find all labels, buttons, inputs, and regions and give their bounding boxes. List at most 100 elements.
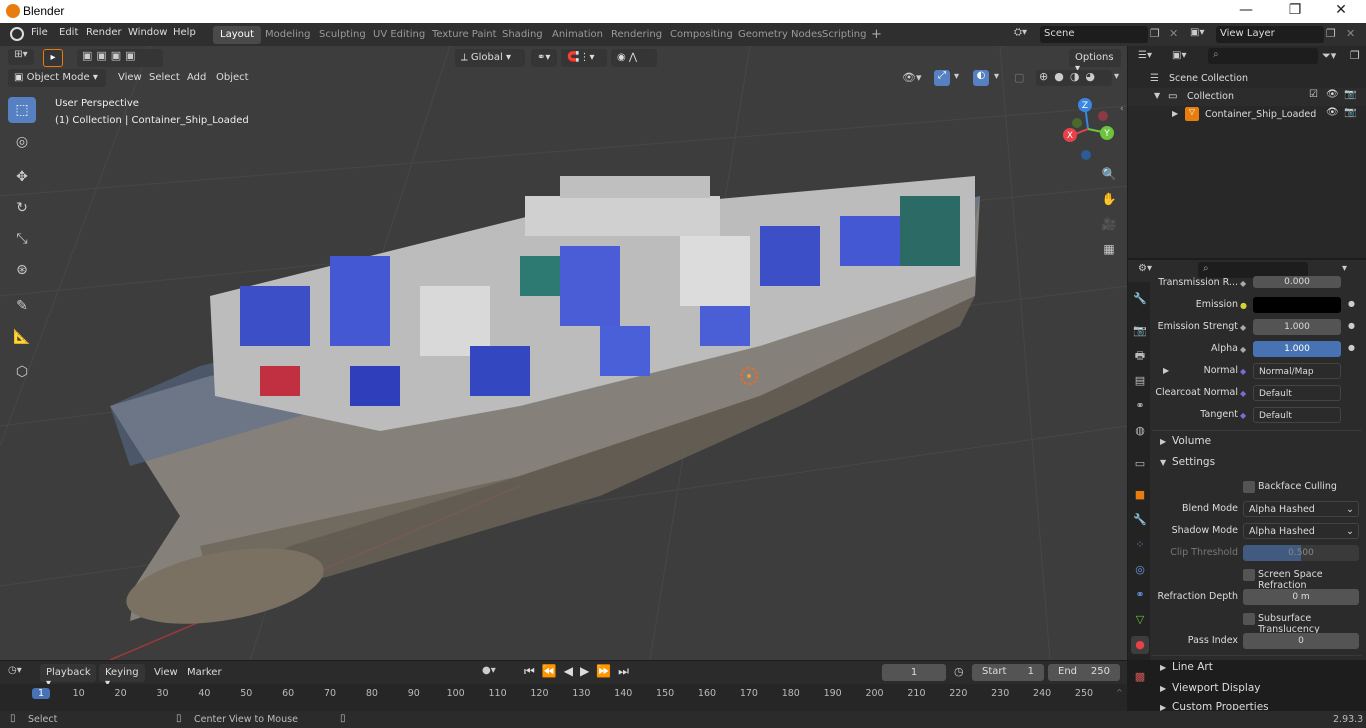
- collection-render-camera-icon[interactable]: 📷: [1344, 89, 1356, 100]
- outliner-search-input[interactable]: ⌕: [1208, 48, 1318, 64]
- xray-icon[interactable]: ▢: [1014, 71, 1024, 84]
- view-layer-properties-icon[interactable]: ▤: [1131, 372, 1149, 390]
- backface-culling-checkbox[interactable]: [1243, 481, 1255, 493]
- pan-hand-icon[interactable]: ✋: [1099, 189, 1119, 209]
- menu-file[interactable]: File: [31, 27, 48, 38]
- gizmos-dropdown-icon[interactable]: ▾: [954, 71, 959, 82]
- alpha-field[interactable]: 1.000: [1253, 341, 1341, 357]
- tab-scripting[interactable]: Scripting: [815, 26, 873, 44]
- physics-properties-icon[interactable]: ◎: [1131, 561, 1149, 579]
- emission-strength-keyframe-icon[interactable]: ●: [1348, 321, 1355, 330]
- properties-options-icon[interactable]: ▾: [1342, 263, 1347, 274]
- visibility-icon[interactable]: 👁▾: [902, 71, 922, 84]
- subsurface-translucency-checkbox[interactable]: [1243, 613, 1255, 625]
- screen-space-refraction-checkbox[interactable]: [1243, 569, 1255, 581]
- tool-properties-icon[interactable]: 🔧: [1131, 290, 1149, 308]
- volume-section-header[interactable]: Volume: [1172, 435, 1211, 447]
- scene-name-field[interactable]: Scene: [1040, 26, 1148, 43]
- keying-menu[interactable]: Keying ▾: [99, 664, 145, 689]
- tab-shading[interactable]: Shading: [495, 26, 550, 44]
- collection-visibility-eye-icon[interactable]: 👁: [1326, 89, 1339, 100]
- outliner-editor-icon[interactable]: ☰▾: [1138, 50, 1152, 61]
- collection-properties-icon[interactable]: ▭: [1131, 455, 1149, 473]
- menu-help[interactable]: Help: [173, 27, 196, 38]
- playback-controls[interactable]: ⏮⏪◀▶⏩⏭: [524, 664, 636, 679]
- timeline-marker-menu[interactable]: Marker: [187, 667, 222, 678]
- shadow-mode-dropdown[interactable]: Alpha Hashed ⌄: [1243, 523, 1359, 539]
- exclude-checkbox-icon[interactable]: ☑: [1309, 89, 1318, 100]
- particles-properties-icon[interactable]: ⁘: [1131, 536, 1149, 554]
- viewport-menu-view[interactable]: View: [118, 72, 142, 83]
- options-dropdown[interactable]: Options ▾: [1069, 49, 1121, 74]
- emission-color-swatch[interactable]: [1253, 297, 1341, 313]
- tab-sculpting[interactable]: Sculpting: [312, 26, 373, 44]
- view-layer-icon[interactable]: ▣▾: [1190, 27, 1204, 38]
- line-art-expand-icon[interactable]: ▶: [1160, 663, 1166, 672]
- tab-layout[interactable]: Layout: [213, 26, 261, 44]
- collapse-arrow-icon[interactable]: ▶: [1172, 109, 1178, 118]
- emission-strength-field[interactable]: 1.000: [1253, 319, 1341, 335]
- perspective-grid-icon[interactable]: ▦: [1099, 239, 1119, 259]
- normal-field[interactable]: Normal/Map: [1253, 363, 1341, 379]
- select-tool-icon[interactable]: ▸: [43, 49, 63, 67]
- viewport-menu-add[interactable]: Add: [187, 72, 206, 83]
- normal-expand-icon[interactable]: ▶: [1163, 366, 1169, 375]
- current-frame-playhead[interactable]: 1: [32, 688, 50, 699]
- pass-index-field[interactable]: 0: [1243, 633, 1359, 649]
- properties-editor-icon[interactable]: ⚙▾: [1138, 263, 1152, 274]
- object-properties-icon[interactable]: ■: [1131, 486, 1149, 504]
- scene-icon[interactable]: ⛭▾: [1014, 27, 1038, 43]
- settings-collapse-icon[interactable]: ▼: [1160, 458, 1166, 467]
- tab-animation[interactable]: Animation: [545, 26, 610, 44]
- display-mode-icon[interactable]: ▣▾: [1172, 50, 1186, 61]
- rotate-tool-icon[interactable]: ↻: [8, 195, 36, 221]
- annotate-tool-icon[interactable]: ✎: [8, 293, 36, 319]
- emission-keyframe-icon[interactable]: ●: [1348, 299, 1355, 308]
- current-frame-field[interactable]: 1: [882, 664, 946, 681]
- pivot-point-icon[interactable]: ⚭▾: [531, 49, 557, 67]
- settings-section-header[interactable]: Settings: [1172, 456, 1215, 468]
- menu-render[interactable]: Render: [86, 27, 122, 38]
- world-properties-icon[interactable]: ◍: [1131, 422, 1149, 440]
- render-properties-icon[interactable]: 📷: [1131, 322, 1149, 340]
- custom-properties-section-header[interactable]: Custom Properties: [1172, 701, 1269, 710]
- tab-uv-editing[interactable]: UV Editing: [366, 26, 432, 44]
- view-layer-field[interactable]: View Layer: [1216, 26, 1324, 43]
- modifier-properties-icon[interactable]: 🔧: [1131, 511, 1149, 529]
- close-button[interactable]: ✕: [1331, 2, 1351, 20]
- scale-tool-icon[interactable]: ⤡: [8, 226, 36, 252]
- sidebar-toggle-icon[interactable]: ‹: [1120, 104, 1124, 114]
- overlays-icon[interactable]: ◐: [973, 70, 989, 86]
- outliner-object-label[interactable]: Container_Ship_Loaded: [1205, 109, 1316, 120]
- viewport-menu-select[interactable]: Select: [149, 72, 180, 83]
- new-collection-icon[interactable]: ❐: [1350, 49, 1360, 62]
- new-scene-icon[interactable]: ❐: [1150, 27, 1160, 40]
- line-art-section-header[interactable]: Line Art: [1172, 661, 1213, 673]
- shading-dropdown-icon[interactable]: ▾: [1114, 71, 1119, 82]
- delete-view-layer-icon[interactable]: ✕: [1346, 27, 1355, 40]
- blender-menu-icon[interactable]: [10, 27, 24, 41]
- timeline-collapse-icon[interactable]: ^: [1116, 688, 1123, 697]
- refraction-depth-field[interactable]: 0 m: [1243, 589, 1359, 605]
- new-view-layer-icon[interactable]: ❐: [1326, 27, 1336, 40]
- transform-tool-icon[interactable]: ⊛: [8, 257, 36, 283]
- menu-edit[interactable]: Edit: [59, 27, 78, 38]
- timeline-view-menu[interactable]: View: [154, 667, 178, 678]
- selection-mode-icons[interactable]: ▣▣▣▣: [77, 49, 163, 67]
- snapping-icon[interactable]: 🧲⋮▾: [561, 49, 607, 67]
- output-properties-icon[interactable]: 🖶: [1131, 347, 1149, 365]
- transform-orientation-dropdown[interactable]: ⟂ Global ▾: [455, 49, 525, 67]
- clearcoat-normal-field[interactable]: Default: [1253, 385, 1341, 401]
- scene-properties-icon[interactable]: ⚭: [1131, 397, 1149, 415]
- transmission-field[interactable]: 0.000: [1253, 276, 1341, 288]
- maximize-button[interactable]: ❐: [1285, 2, 1305, 20]
- preview-range-clock-icon[interactable]: ◷: [954, 665, 964, 678]
- move-tool-icon[interactable]: ✥: [8, 164, 36, 190]
- object-visibility-eye-icon[interactable]: 👁: [1326, 107, 1339, 118]
- playback-menu[interactable]: Playback ▾: [40, 664, 96, 689]
- delete-scene-icon[interactable]: ✕: [1169, 27, 1178, 40]
- tangent-field[interactable]: Default: [1253, 407, 1341, 423]
- object-mode-dropdown[interactable]: ▣ Object Mode ▾: [8, 69, 106, 87]
- constraints-properties-icon[interactable]: ⚭: [1131, 586, 1149, 604]
- end-frame-field[interactable]: End 250: [1048, 664, 1120, 681]
